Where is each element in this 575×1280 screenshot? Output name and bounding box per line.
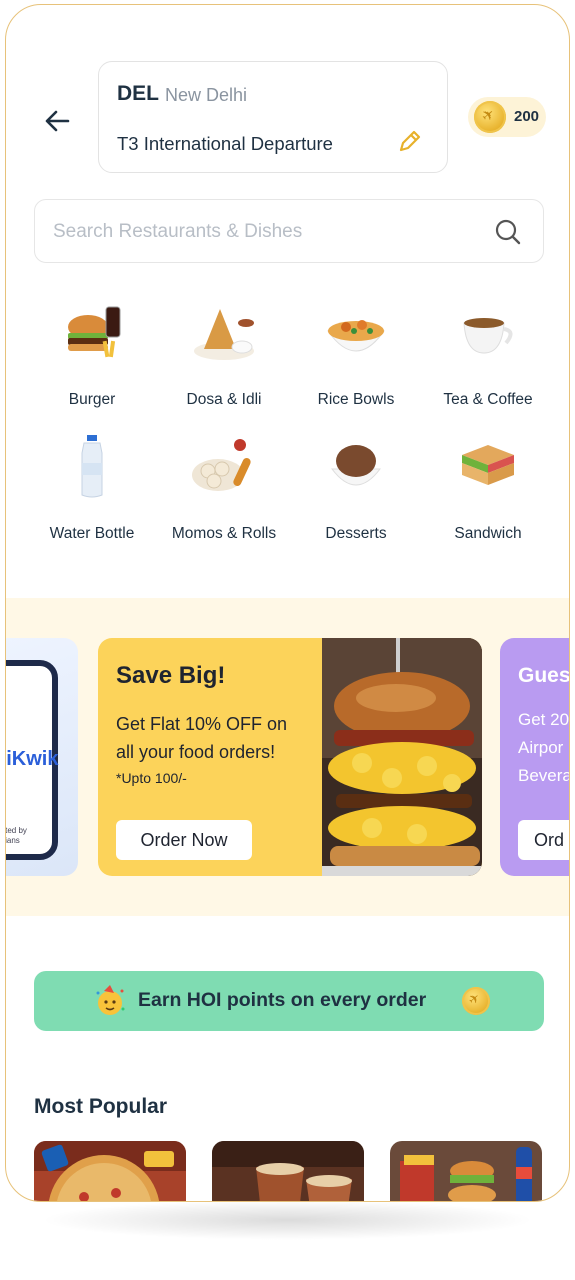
device-shadow	[40, 1200, 535, 1240]
pencil-icon[interactable]	[395, 128, 423, 156]
promo-note: rusted by Indians	[5, 826, 27, 846]
sandwich-icon	[462, 445, 514, 485]
promo-note: *Upto 100/-	[116, 770, 187, 786]
section-title-most-popular: Most Popular	[34, 1095, 168, 1118]
promo-text: all your food orders!	[116, 742, 276, 762]
promo-title: Gues	[518, 664, 570, 687]
burger-combo-photo	[390, 1141, 542, 1201]
popular-item-tea[interactable]	[212, 1141, 364, 1201]
back-arrow-icon[interactable]	[40, 103, 76, 139]
promo-card-guest[interactable]: Gues Get 20 Airpor Bevera Ord	[500, 638, 570, 876]
category-label: Sandwich	[454, 525, 522, 542]
popular-item-combo[interactable]	[390, 1141, 542, 1201]
promo-carousel[interactable]: biKwik rusted by Indians Save Big! Get F…	[5, 598, 570, 916]
water-bottle-icon	[81, 435, 103, 498]
city-name: New Delhi	[165, 85, 248, 105]
earn-points-text: Earn HOI points on every order	[138, 989, 427, 1011]
coin-icon	[474, 101, 506, 133]
category-desserts[interactable]: Desserts	[290, 435, 422, 555]
location-card[interactable]: DEL New Delhi T3 International Departure	[98, 61, 448, 173]
points-value: 200	[514, 108, 540, 125]
promo-text: Get Flat 10% OFF on	[116, 714, 288, 734]
promo-brand: biKwik	[6, 748, 59, 770]
dosa-icon	[194, 309, 254, 360]
terminal-name: T3 International Departure	[117, 133, 333, 154]
order-button[interactable]: Ord	[518, 820, 569, 860]
rice-bowl-icon	[327, 320, 385, 352]
category-label: Water Bottle	[49, 525, 135, 542]
promo-text: Get 20	[518, 710, 570, 729]
promo-note-line: Indians	[5, 836, 20, 845]
category-label: Rice Bowls	[317, 391, 395, 408]
coin-icon	[462, 987, 490, 1015]
points-badge[interactable]: 200	[468, 97, 546, 137]
category-burger[interactable]: Burger	[26, 301, 158, 421]
category-dosa-idli[interactable]: Dosa & Idli	[158, 301, 290, 421]
category-label: Desserts	[325, 525, 387, 542]
promo-text: Bevera	[518, 766, 570, 785]
search-bar[interactable]	[34, 199, 544, 263]
category-momos-rolls[interactable]: Momos & Rolls	[158, 435, 290, 555]
category-sandwich[interactable]: Sandwich	[422, 435, 554, 555]
pizza-photo	[34, 1141, 186, 1201]
search-input[interactable]	[53, 218, 473, 246]
promo-card-mobikwik[interactable]: biKwik rusted by Indians	[5, 638, 78, 876]
airport-code: DEL	[117, 82, 159, 105]
promo-note-line: rusted by	[5, 826, 27, 835]
category-label: Dosa & Idli	[186, 391, 262, 408]
category-label: Burger	[68, 391, 116, 408]
search-icon[interactable]	[493, 217, 523, 247]
promo-title: Save Big!	[116, 662, 226, 689]
burger-photo	[322, 638, 482, 876]
promo-card-save-big[interactable]: Save Big! Get Flat 10% OFF on all your f…	[98, 638, 482, 876]
popular-item-pizza[interactable]	[34, 1141, 186, 1201]
category-water-bottle[interactable]: Water Bottle	[26, 435, 158, 555]
ice-cream-icon	[330, 445, 382, 486]
category-label: Tea & Coffee	[443, 391, 533, 408]
momos-icon	[192, 439, 251, 491]
coffee-cup-icon	[463, 318, 513, 354]
party-face-icon	[96, 985, 125, 1015]
category-rice-bowls[interactable]: Rice Bowls	[290, 301, 422, 421]
app-screen: DEL New Delhi T3 International Departure…	[5, 4, 570, 1202]
order-now-button[interactable]: Order Now	[116, 820, 252, 860]
tea-photo	[212, 1141, 364, 1201]
category-tea-coffee[interactable]: Tea & Coffee	[422, 301, 554, 421]
earn-points-banner[interactable]: Earn HOI points on every order	[34, 971, 544, 1031]
burger-icon	[68, 306, 121, 358]
promo-text: Airpor	[518, 738, 564, 757]
category-label: Momos & Rolls	[171, 525, 277, 542]
